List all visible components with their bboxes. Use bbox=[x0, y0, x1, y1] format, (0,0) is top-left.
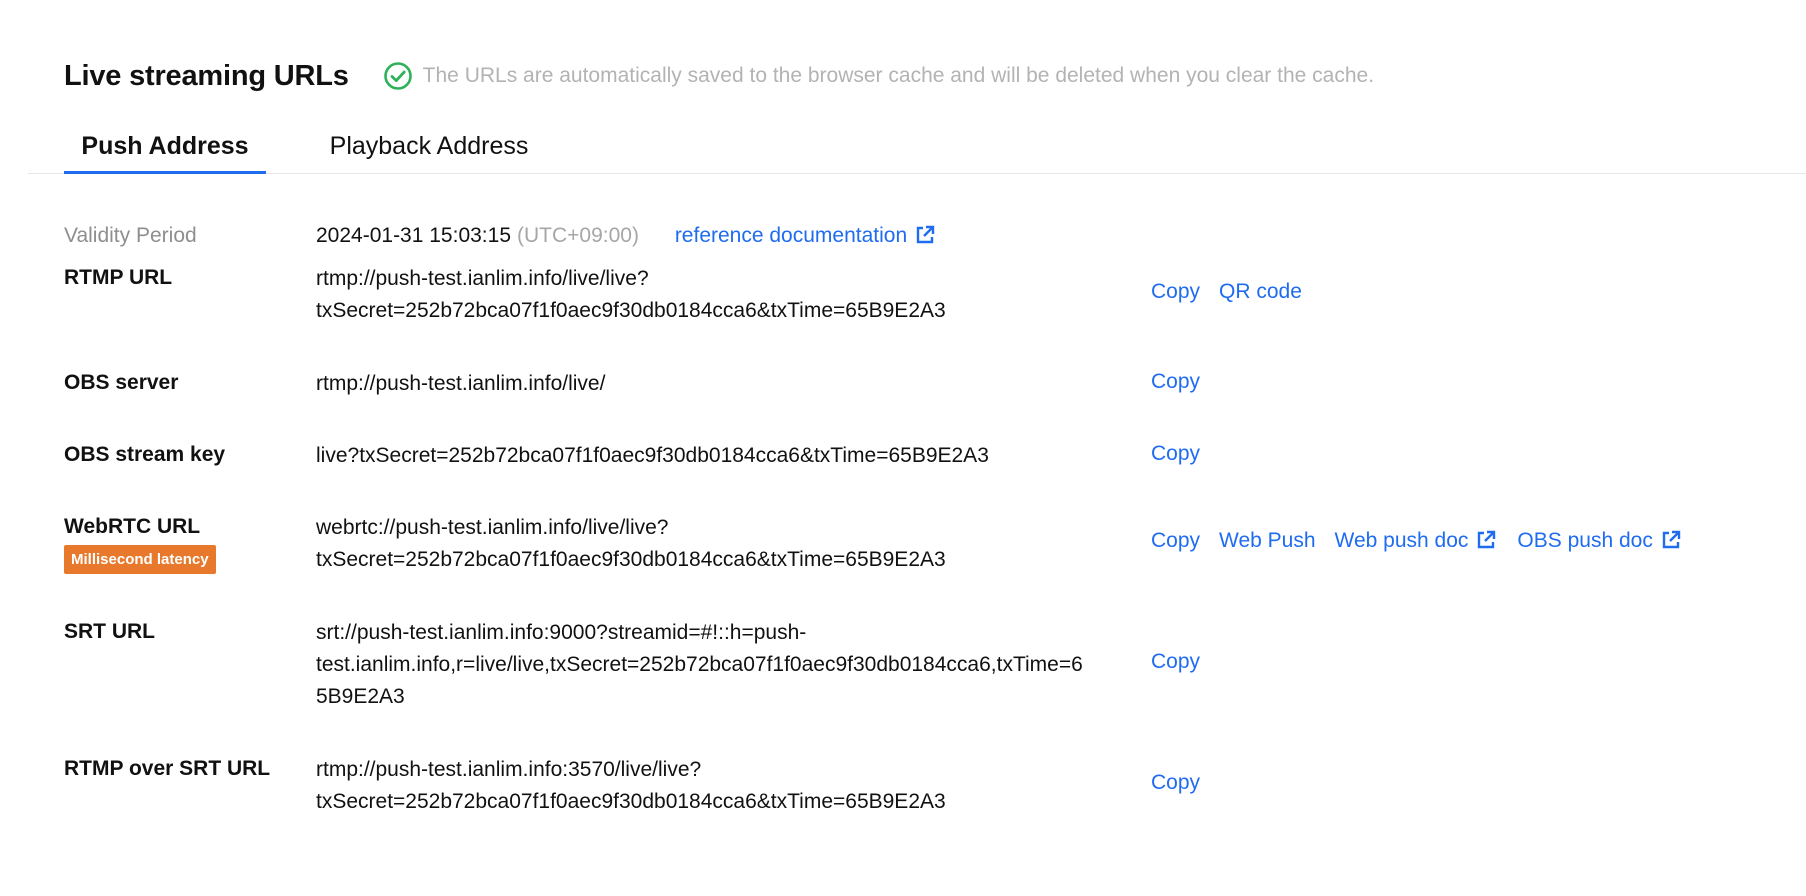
cache-notice-text: The URLs are automatically saved to the … bbox=[422, 64, 1375, 87]
web-push-doc-link[interactable]: Web push doc bbox=[1335, 529, 1497, 553]
obs-server-value: rtmp://push-test.ianlim.info/live/ bbox=[316, 372, 606, 395]
rtmp-url-line-1: rtmp://push-test.ianlim.info/live/live? bbox=[316, 267, 649, 290]
external-link-icon bbox=[1661, 530, 1681, 550]
web-push-doc-label: Web push doc bbox=[1334, 529, 1469, 552]
rtmp-url-label: RTMP URL bbox=[64, 266, 173, 289]
validity-date: 2024-01-31 15:03:15 bbox=[316, 224, 511, 247]
address-tabs: Push Address Playback Address bbox=[28, 124, 1806, 174]
rtmp-over-srt-label: RTMP over SRT URL bbox=[64, 757, 271, 780]
rtmp-over-srt-value: rtmp://push-test.ianlim.info:3570/live/l… bbox=[316, 754, 946, 818]
obs-push-doc-label: OBS push doc bbox=[1517, 529, 1653, 552]
webrtc-url-line-1: webrtc://push-test.ianlim.info/live/live… bbox=[316, 516, 669, 539]
rtmp-over-srt-actions: Copy bbox=[1151, 771, 1219, 795]
obs-stream-key-actions: Copy bbox=[1151, 442, 1219, 466]
rtmp-over-srt-copy-button[interactable]: Copy bbox=[1151, 771, 1200, 795]
rtmp-qr-code-button[interactable]: QR code bbox=[1219, 280, 1302, 304]
latency-badge: Millisecond latency bbox=[64, 545, 216, 574]
srt-url-line-3: 5B9E2A3 bbox=[316, 685, 405, 708]
rtmp-over-srt-row: RTMP over SRT URL rtmp://push-test.ianli… bbox=[64, 754, 1784, 826]
validity-timezone: (UTC+09:00) bbox=[517, 224, 639, 247]
rtmp-over-srt-line-2: txSecret=252b72bca07f1f0aec9f30db0184cca… bbox=[316, 790, 946, 813]
external-link-icon bbox=[915, 223, 935, 244]
obs-server-label: OBS server bbox=[64, 371, 179, 394]
srt-url-value: srt://push-test.ianlim.info:9000?streami… bbox=[316, 617, 1146, 713]
tab-push-address[interactable]: Push Address bbox=[64, 132, 266, 161]
rtmp-url-row: RTMP URL rtmp://push-test.ianlim.info/li… bbox=[64, 263, 1784, 335]
validity-value: 2024-01-31 15:03:15 (UTC+09:00) reference… bbox=[316, 220, 1176, 252]
obs-server-copy-button[interactable]: Copy bbox=[1151, 370, 1200, 394]
srt-copy-button[interactable]: Copy bbox=[1151, 650, 1200, 674]
srt-url-line-2: test.ianlim.info,r=live/live,txSecret=25… bbox=[316, 653, 1083, 676]
webrtc-url-row: WebRTC URL Millisecond latency webrtc://… bbox=[64, 512, 1784, 584]
page-title: Live streaming URLs bbox=[64, 59, 349, 92]
page-header: Live streaming URLs The URLs are automat… bbox=[64, 56, 1374, 96]
srt-url-line-1: srt://push-test.ianlim.info:9000?streami… bbox=[316, 621, 807, 644]
rtmp-url-line-2: txSecret=252b72bca07f1f0aec9f30db0184cca… bbox=[316, 299, 946, 322]
validity-row: Validity Period 2024-01-31 15:03:15 (UTC+… bbox=[64, 222, 1784, 254]
webrtc-url-value: webrtc://push-test.ianlim.info/live/live… bbox=[316, 512, 946, 576]
srt-url-actions: Copy bbox=[1151, 650, 1219, 674]
obs-stream-key-label: OBS stream key bbox=[64, 443, 226, 466]
rtmp-url-actions: Copy QR code bbox=[1151, 280, 1321, 304]
active-tab-indicator bbox=[64, 171, 266, 174]
obs-server-row: OBS server rtmp://push-test.ianlim.info/… bbox=[64, 368, 1784, 400]
webrtc-copy-button[interactable]: Copy bbox=[1151, 529, 1200, 553]
reference-documentation-label: reference documentation bbox=[674, 224, 908, 247]
reference-documentation-link[interactable]: reference documentation bbox=[675, 224, 935, 247]
webrtc-url-label: WebRTC URL Millisecond latency bbox=[64, 515, 216, 574]
cache-notice: The URLs are automatically saved to the … bbox=[383, 61, 1374, 91]
srt-url-label: SRT URL bbox=[64, 620, 155, 643]
validity-label: Validity Period bbox=[64, 224, 197, 247]
tab-playback-address[interactable]: Playback Address bbox=[320, 132, 538, 161]
external-link-icon bbox=[1476, 530, 1496, 550]
rtmp-over-srt-line-1: rtmp://push-test.ianlim.info:3570/live/l… bbox=[316, 758, 702, 781]
web-push-button[interactable]: Web Push bbox=[1219, 529, 1316, 553]
obs-push-doc-link[interactable]: OBS push doc bbox=[1517, 529, 1681, 553]
webrtc-url-line-2: txSecret=252b72bca07f1f0aec9f30db0184cca… bbox=[316, 548, 946, 571]
obs-stream-key-copy-button[interactable]: Copy bbox=[1151, 442, 1200, 466]
srt-url-row: SRT URL srt://push-test.ianlim.info:9000… bbox=[64, 617, 1784, 721]
webrtc-url-actions: Copy Web Push Web push doc OBS push doc bbox=[1151, 529, 1700, 553]
webrtc-url-label-text: WebRTC URL bbox=[64, 515, 201, 538]
obs-stream-key-value: live?txSecret=252b72bca07f1f0aec9f30db01… bbox=[316, 444, 989, 467]
rtmp-copy-button[interactable]: Copy bbox=[1151, 280, 1200, 304]
rtmp-url-value: rtmp://push-test.ianlim.info/live/live? … bbox=[316, 263, 946, 327]
obs-stream-key-row: OBS stream key live?txSecret=252b72bca07… bbox=[64, 440, 1784, 472]
check-circle-icon bbox=[383, 61, 413, 91]
obs-server-actions: Copy bbox=[1151, 370, 1219, 394]
